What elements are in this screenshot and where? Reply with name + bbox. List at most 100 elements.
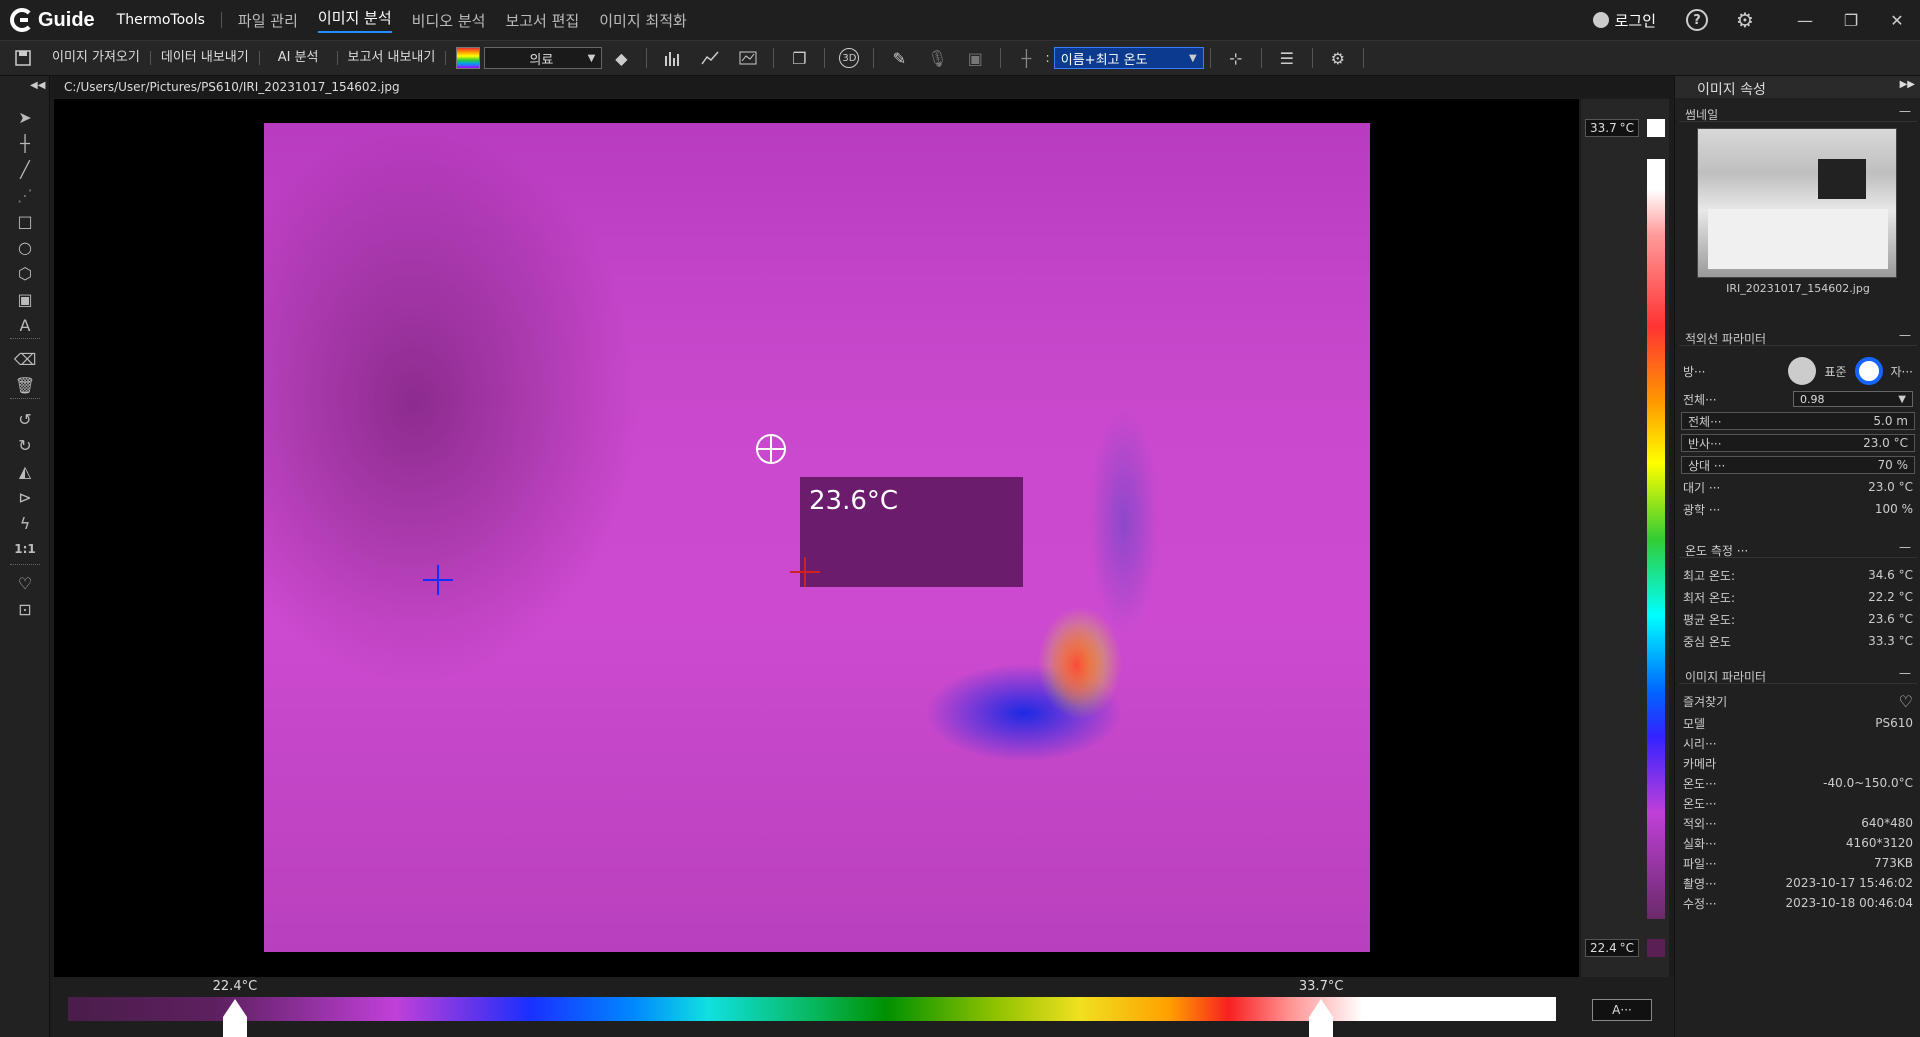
menu-video-analysis[interactable]: 비디오 분석	[412, 10, 486, 31]
image-param-label: 카메라	[1683, 756, 1717, 771]
max-temp-cursor-icon[interactable]	[790, 557, 820, 587]
image-param-row: 촬영··· 2023-10-17 15:46:02	[1683, 874, 1913, 892]
heart-icon[interactable]: ♡	[1899, 692, 1913, 711]
ir-param-row[interactable]: 상대 ··· 70 %	[1681, 456, 1915, 474]
collapse-right-icon[interactable]: ▶▶	[1900, 79, 1915, 90]
collapse-icon[interactable]: —	[1899, 328, 1911, 342]
export-data-button[interactable]: 데이터 내보내기	[151, 51, 260, 65]
image-param-label: 온도···	[1683, 796, 1717, 811]
point-settings-icon[interactable]: ⊹	[1225, 47, 1247, 69]
rotate-right-icon[interactable]: ↻	[12, 434, 38, 456]
temp-measure-section-header[interactable]: 온도 측정 ··· —	[1679, 540, 1917, 558]
minimize-button[interactable]: —	[1782, 0, 1828, 40]
range-high-handle[interactable]	[1308, 999, 1333, 1037]
left-tool-strip: ◀◀ ➤ ┼ ╱ ⋰ □ ○ ⬡ ▣ A ⌫ 🗑 ↺ ↻ ◭ ⊳ ϟ 1:1 ♡…	[0, 76, 50, 1037]
restore-button[interactable]: ❐	[1828, 0, 1874, 40]
close-button[interactable]: ✕	[1874, 0, 1920, 40]
export-report-button[interactable]: 보고서 내보내기	[338, 51, 447, 65]
polygon-tool-icon[interactable]: ⬡	[12, 262, 38, 284]
ai-analysis-button[interactable]: AI 분석	[260, 51, 338, 65]
image-enhance-icon[interactable]: ⊡	[12, 598, 38, 620]
image-param-value: 773KB	[1873, 856, 1913, 870]
point-tool-icon[interactable]: ┼	[12, 132, 38, 154]
ir-param-row[interactable]: 대기 ··· 23.0 °C	[1683, 478, 1913, 496]
scale-min-field[interactable]: 22.4 °C	[1585, 939, 1639, 957]
flash-icon[interactable]: ϟ	[12, 512, 38, 534]
list-settings-icon[interactable]: ☰	[1276, 47, 1298, 69]
palette-swatch[interactable]	[456, 47, 481, 69]
min-temp-cursor-icon[interactable]	[423, 565, 453, 595]
mode-row: 방··· 표준 자···	[1683, 356, 1913, 386]
emissivity-select[interactable]: 0.98 ▼	[1793, 391, 1913, 407]
login-button[interactable]: 로그인	[1592, 10, 1656, 31]
image-param-label: 촬영···	[1683, 876, 1717, 891]
menu-report-edit[interactable]: 보고서 편집	[505, 10, 579, 31]
collapse-icon[interactable]: —	[1899, 666, 1911, 680]
flip-vertical-icon[interactable]: ⊳	[12, 486, 38, 508]
trash-icon[interactable]: 🗑	[12, 374, 38, 396]
image-param-value: -40.0~150.0°C	[1823, 776, 1913, 790]
menu-image-analysis[interactable]: 이미지 분석	[317, 7, 392, 33]
collapse-icon[interactable]: —	[1899, 540, 1911, 554]
flip-horizontal-icon[interactable]: ◭	[12, 460, 38, 482]
scale-bottom-swatch	[1647, 939, 1665, 957]
mode-radio-default[interactable]	[1788, 357, 1817, 385]
palette-value: 의료	[529, 52, 554, 68]
menu-file-management[interactable]: 파일 관리	[238, 10, 298, 31]
thumbnail-section-header[interactable]: 썸네일 —	[1679, 104, 1917, 122]
save-icon[interactable]	[12, 47, 34, 69]
full-area-tool-icon[interactable]: ▣	[12, 288, 38, 310]
help-icon[interactable]: ?	[1686, 9, 1708, 31]
mode-radio-standard[interactable]	[1854, 357, 1883, 385]
eraser-icon[interactable]: ⌫	[12, 348, 38, 370]
device-settings-icon[interactable]: ⚙	[1327, 47, 1349, 69]
microphone-icon[interactable]: 🎙	[926, 47, 948, 69]
histogram-icon[interactable]	[661, 47, 683, 69]
divider	[873, 48, 875, 68]
ir-param-row[interactable]: 광학 ··· 100 %	[1683, 500, 1913, 518]
image-note-icon[interactable]: ▣	[964, 47, 986, 69]
guide-logo-icon	[10, 8, 34, 32]
text-tool-icon[interactable]: A	[12, 314, 38, 336]
range-low-handle[interactable]	[222, 999, 247, 1037]
mode-label: 방···	[1683, 364, 1706, 379]
collapse-icon[interactable]: —	[1899, 104, 1911, 118]
line-tool-icon[interactable]: ╱	[12, 158, 38, 180]
param-label: 전체···	[1688, 414, 1722, 429]
thumbnail-image[interactable]	[1697, 128, 1897, 278]
3d-icon[interactable]: 3D	[839, 48, 860, 68]
measure-value: 22.2 °C	[1868, 590, 1913, 604]
fill-icon[interactable]: ◆	[610, 47, 632, 69]
actual-size-icon[interactable]: 1:1	[12, 538, 38, 560]
image-param-value: PS610	[1875, 716, 1913, 730]
rectangle-tool-icon[interactable]: □	[12, 210, 38, 232]
collapse-left-icon[interactable]: ◀◀	[30, 80, 45, 91]
image-param-value: 2023-10-18 00:46:04	[1785, 896, 1913, 910]
image-params-section-header[interactable]: 이미지 파라미터 —	[1679, 666, 1917, 684]
trend-icon[interactable]	[737, 47, 759, 69]
polyline-tool-icon[interactable]: ⋰	[12, 184, 38, 206]
window-icon[interactable]: ❐	[788, 47, 810, 69]
chevron-down-icon: ▼	[587, 52, 596, 64]
measure-row: 중심 온도 33.3 °C	[1683, 632, 1913, 650]
import-image-button[interactable]: 이미지 가져오기	[42, 51, 151, 65]
scale-max-field[interactable]: 33.7 °C	[1585, 119, 1639, 137]
temperature-scale: 33.7 °C 22.4 °C	[1581, 99, 1669, 977]
ir-params-section-header[interactable]: 적외선 파라미터 —	[1679, 328, 1917, 346]
image-param-label: 수정···	[1683, 896, 1717, 911]
display-mode-select[interactable]: 이름+최고 온도 ▼	[1053, 47, 1204, 69]
line-chart-icon[interactable]	[699, 47, 721, 69]
settings-icon[interactable]: ⚙	[1734, 8, 1756, 32]
rotate-left-icon[interactable]: ↺	[12, 408, 38, 430]
favorite-icon[interactable]: ♡	[12, 572, 38, 594]
ir-param-row[interactable]: 전체··· 5.0 m	[1681, 412, 1915, 430]
select-arrow-icon[interactable]: ➤	[12, 106, 38, 128]
scale-gradient-bar	[1647, 159, 1665, 919]
crosshair-icon[interactable]: ┼	[1015, 47, 1037, 69]
auto-range-button[interactable]: A···	[1592, 999, 1652, 1021]
palette-select[interactable]: 의료 ▼	[484, 47, 603, 69]
circle-tool-icon[interactable]: ○	[12, 236, 38, 258]
edit-icon[interactable]: ✎	[888, 47, 910, 69]
menu-image-optimize[interactable]: 이미지 최적화	[599, 10, 687, 31]
ir-param-row[interactable]: 반사··· 23.0 °C	[1681, 434, 1915, 452]
